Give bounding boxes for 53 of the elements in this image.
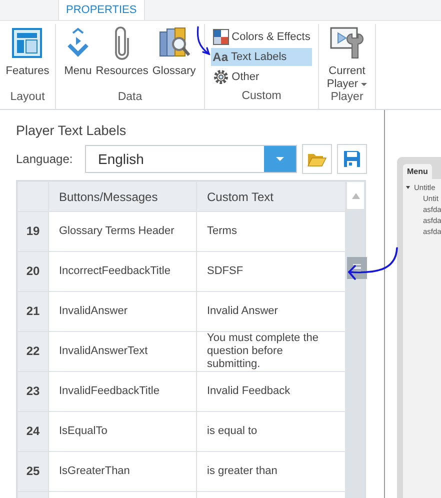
row-number: 19 — [18, 212, 48, 252]
row-number: 24 — [18, 412, 48, 452]
table-cell: InvalidAnswerText — [48, 332, 196, 372]
group-label: Player — [330, 90, 364, 105]
row-number: 22 — [18, 332, 48, 372]
column-header: Buttons/Messages — [48, 182, 196, 212]
table-cell: SDFSF — [196, 252, 346, 292]
gear-icon — [212, 69, 229, 85]
row-number: 23 — [18, 372, 48, 412]
panel-title: Player Text Labels — [16, 123, 128, 138]
table-cell: is equal to — [196, 412, 346, 452]
layout-icon — [11, 27, 44, 59]
ribbon-button[interactable]: Aa Text Labels — [210, 48, 312, 66]
table-cell: IsGreaterThan — [48, 452, 196, 492]
folder-icon — [307, 151, 327, 167]
ribbon-button[interactable]: Menu — [62, 24, 94, 88]
expand-icon[interactable] — [406, 186, 410, 189]
ribbon-button[interactable]: Resources — [94, 24, 150, 88]
field-label: Language: — [16, 152, 74, 166]
preview-tab[interactable]: Menu — [403, 164, 432, 179]
row-number: 21 — [18, 292, 48, 332]
ribbon-button[interactable]: Features — [4, 24, 52, 88]
table-cell: Terms — [196, 212, 346, 252]
save-icon — [343, 150, 361, 168]
chevron-down-icon — [67, 27, 89, 59]
row-number: 25 — [18, 452, 48, 492]
table-cell: You must complete the question before submitting. — [196, 332, 346, 372]
table-cell: Invalid Feedback — [196, 372, 346, 412]
ribbon-button[interactable]: Glossary — [150, 24, 198, 88]
open-folder-button[interactable] — [302, 144, 332, 174]
table-cell: is greater than — [196, 452, 346, 492]
table-cell: Invalid Answer — [196, 292, 346, 332]
column-header: Custom Text — [196, 182, 346, 212]
table-cell: InvalidAnswer — [48, 292, 196, 332]
table-cell: IncorrectFeedbackTitle — [48, 252, 196, 292]
color-swatch-icon — [212, 29, 229, 45]
row-number: 20 — [18, 252, 48, 292]
table-cell: IsEqualTo — [48, 412, 196, 452]
language-dropdown[interactable]: English — [85, 145, 297, 173]
monitor-wrench-icon — [329, 26, 365, 60]
annotation-arrow — [348, 247, 398, 280]
ribbon-button[interactable]: Current Player — [324, 24, 370, 88]
group-label: Layout — [9, 90, 46, 105]
ribbon-button[interactable]: Colors & Effects — [210, 28, 312, 46]
table-cell: InvalidFeedbackTitle — [48, 372, 196, 412]
paperclip-icon — [114, 26, 130, 60]
group-label: Data — [116, 90, 144, 105]
annotation-arrow — [196, 26, 210, 56]
group-label: Custom — [240, 89, 282, 104]
ribbon-tab[interactable]: PROPERTIES — [58, 0, 145, 20]
ribbon-button[interactable]: Other — [210, 68, 312, 86]
table-cell: Glossary Terms Header — [48, 212, 196, 252]
save-button[interactable] — [337, 144, 367, 174]
